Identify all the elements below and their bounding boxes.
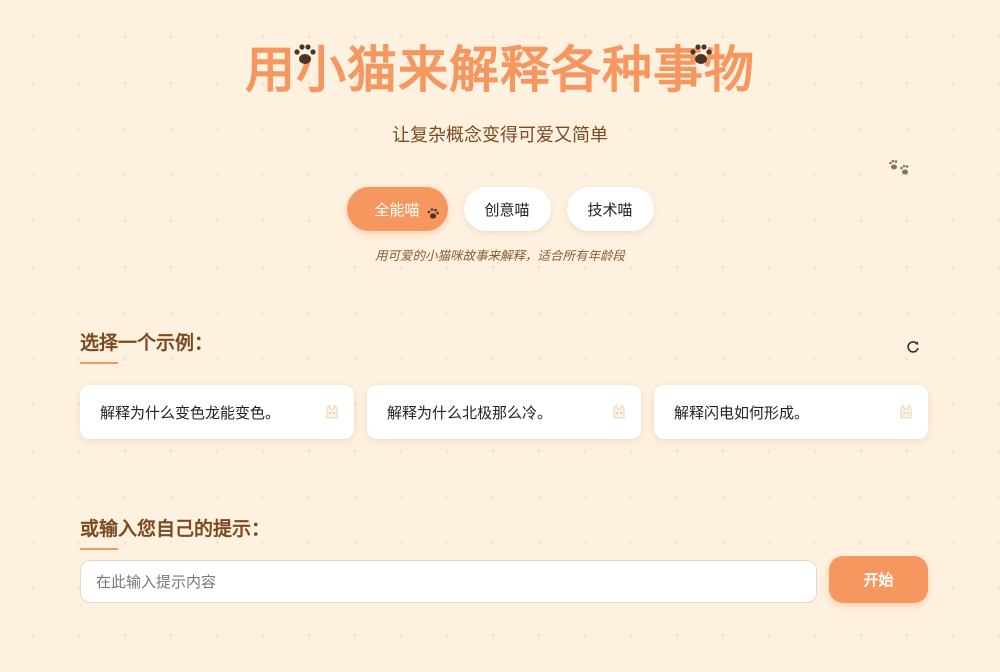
examples-heading: 选择一个示例： (80, 328, 213, 364)
heading-underline (80, 548, 118, 550)
mode-button-tech[interactable]: 技术喵 (566, 187, 654, 231)
mode-button-all[interactable]: 全能喵 (346, 187, 448, 231)
mode-button-label: 创意喵 (484, 200, 530, 219)
mode-selector: 全能喵 创意喵 技术喵 (0, 187, 1000, 231)
example-text: 解释为什么变色龙能变色。 (100, 403, 281, 422)
custom-prompt-heading: 或输入您自己的提示： (80, 514, 270, 550)
mode-description: 用可爱的小猫咪故事来解释，适合所有年龄段 (374, 248, 625, 263)
paw-icon (688, 42, 714, 68)
paw-icon (292, 42, 318, 68)
example-text: 解释为什么北极那么冷。 (387, 403, 553, 422)
page-title: 用小猫来解释各种事物 (245, 41, 755, 99)
mode-button-creative[interactable]: 创意喵 (463, 187, 551, 231)
example-card[interactable]: 解释闪电如何形成。 (654, 385, 928, 439)
refresh-icon[interactable] (905, 339, 921, 355)
page-subtitle: 让复杂概念变得可爱又简单 (392, 125, 608, 146)
paw-icon (427, 207, 439, 225)
cat-icon (611, 404, 627, 420)
prompt-input[interactable] (80, 560, 817, 603)
mode-button-label: 全能喵 (374, 200, 420, 219)
paw-prints-icon (888, 159, 912, 177)
mode-button-label: 技术喵 (587, 200, 633, 219)
cat-icon (324, 404, 340, 420)
cat-icon (898, 404, 914, 420)
examples-list: 解释为什么变色龙能变色。 解释为什么北极那么冷。 解释闪电如何形成。 (80, 385, 928, 439)
example-text: 解释闪电如何形成。 (674, 403, 810, 422)
example-card[interactable]: 解释为什么变色龙能变色。 (80, 385, 354, 439)
example-card[interactable]: 解释为什么北极那么冷。 (367, 385, 641, 439)
heading-underline (80, 362, 118, 364)
start-button[interactable]: 开始 (829, 556, 928, 603)
